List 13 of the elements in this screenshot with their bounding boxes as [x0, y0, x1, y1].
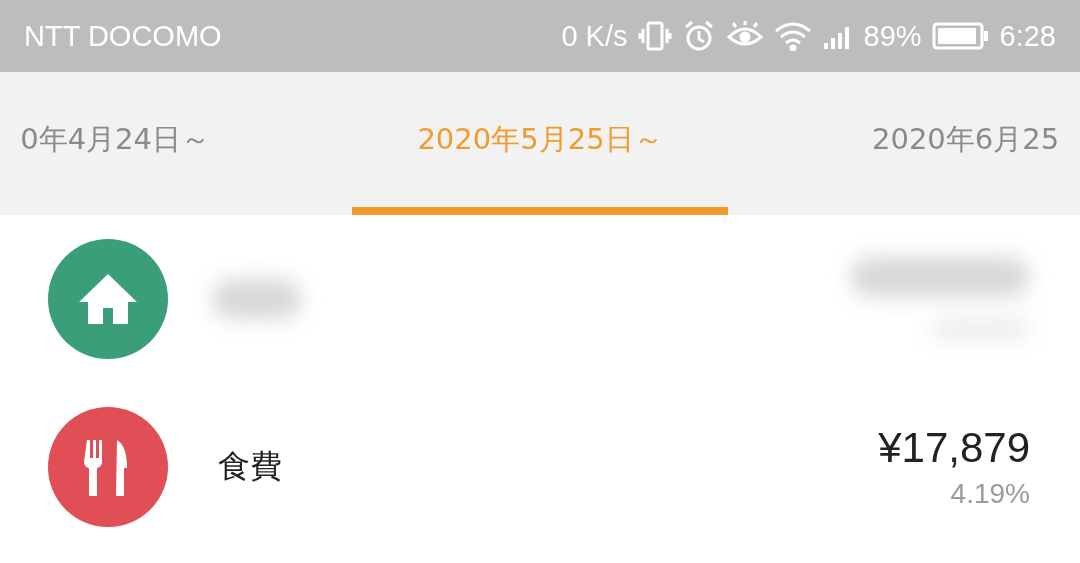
category-amount: ¥17,879: [878, 424, 1030, 472]
network-speed: 0 K/s: [561, 19, 628, 53]
date-tab[interactable]: 0年4月24日～: [0, 72, 352, 215]
date-tab[interactable]: 2020年6月25: [728, 72, 1080, 215]
vibrate-icon: [637, 19, 672, 53]
battery-percent: 89%: [863, 19, 922, 53]
clock-time: 6:28: [999, 19, 1056, 53]
date-tab[interactable]: 2020年5月25日～: [352, 72, 728, 215]
carrier-name: NTT DOCOMO: [24, 19, 222, 53]
category-name: 食費: [218, 446, 283, 487]
wifi-icon: [773, 21, 812, 51]
category-percent: 4.19%: [950, 478, 1030, 510]
battery-icon: [931, 22, 990, 50]
